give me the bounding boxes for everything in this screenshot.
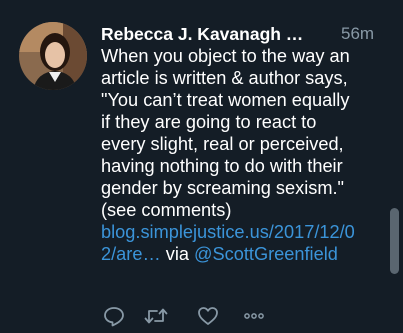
tweet-text-line: if they are going to react to: [101, 112, 317, 132]
tweet-text-line: article is written & author says,: [101, 68, 348, 88]
reply-button[interactable]: [101, 303, 127, 329]
avatar-image: [19, 22, 87, 90]
link-and-mention-line: 2/are… via @ScottGreenfield: [101, 243, 391, 265]
mention-link[interactable]: @ScottGreenfield: [194, 244, 338, 264]
tweet-text-line: (see comments): [101, 200, 232, 220]
heart-icon: [198, 307, 218, 325]
timestamp[interactable]: 56m: [341, 22, 374, 46]
author-name[interactable]: Rebecca J. Kavanagh …: [101, 22, 303, 46]
avatar[interactable]: [19, 22, 87, 90]
article-link-continued[interactable]: 2/are…: [101, 244, 161, 264]
more-icon: [244, 313, 264, 319]
tweet[interactable]: Rebecca J. Kavanagh … 56m When you objec…: [0, 0, 403, 333]
tweet-text-line: When you object to the way an: [101, 46, 350, 66]
tweet-text-line: having nothing to do with their: [101, 156, 343, 176]
retweet-button[interactable]: [143, 303, 169, 329]
tweet-text-line: gender by screaming sexism.": [101, 178, 344, 198]
scrollbar-thumb[interactable]: [390, 208, 399, 274]
retweet-icon: [144, 308, 168, 324]
more-button[interactable]: [241, 303, 267, 329]
via-text: via: [165, 244, 189, 264]
tweet-actions: [101, 303, 281, 329]
tweet-text: When you object to the way an article is…: [101, 45, 391, 265]
article-link[interactable]: blog.simplejustice.us/2017/12/0: [101, 221, 391, 243]
tweet-header: Rebecca J. Kavanagh … 56m: [101, 22, 391, 46]
tweet-text-line: "You can’t treat women equally: [101, 90, 350, 110]
reply-icon: [104, 307, 124, 327]
tweet-text-line: every slight, real or perceived,: [101, 134, 344, 154]
like-button[interactable]: [195, 303, 221, 329]
